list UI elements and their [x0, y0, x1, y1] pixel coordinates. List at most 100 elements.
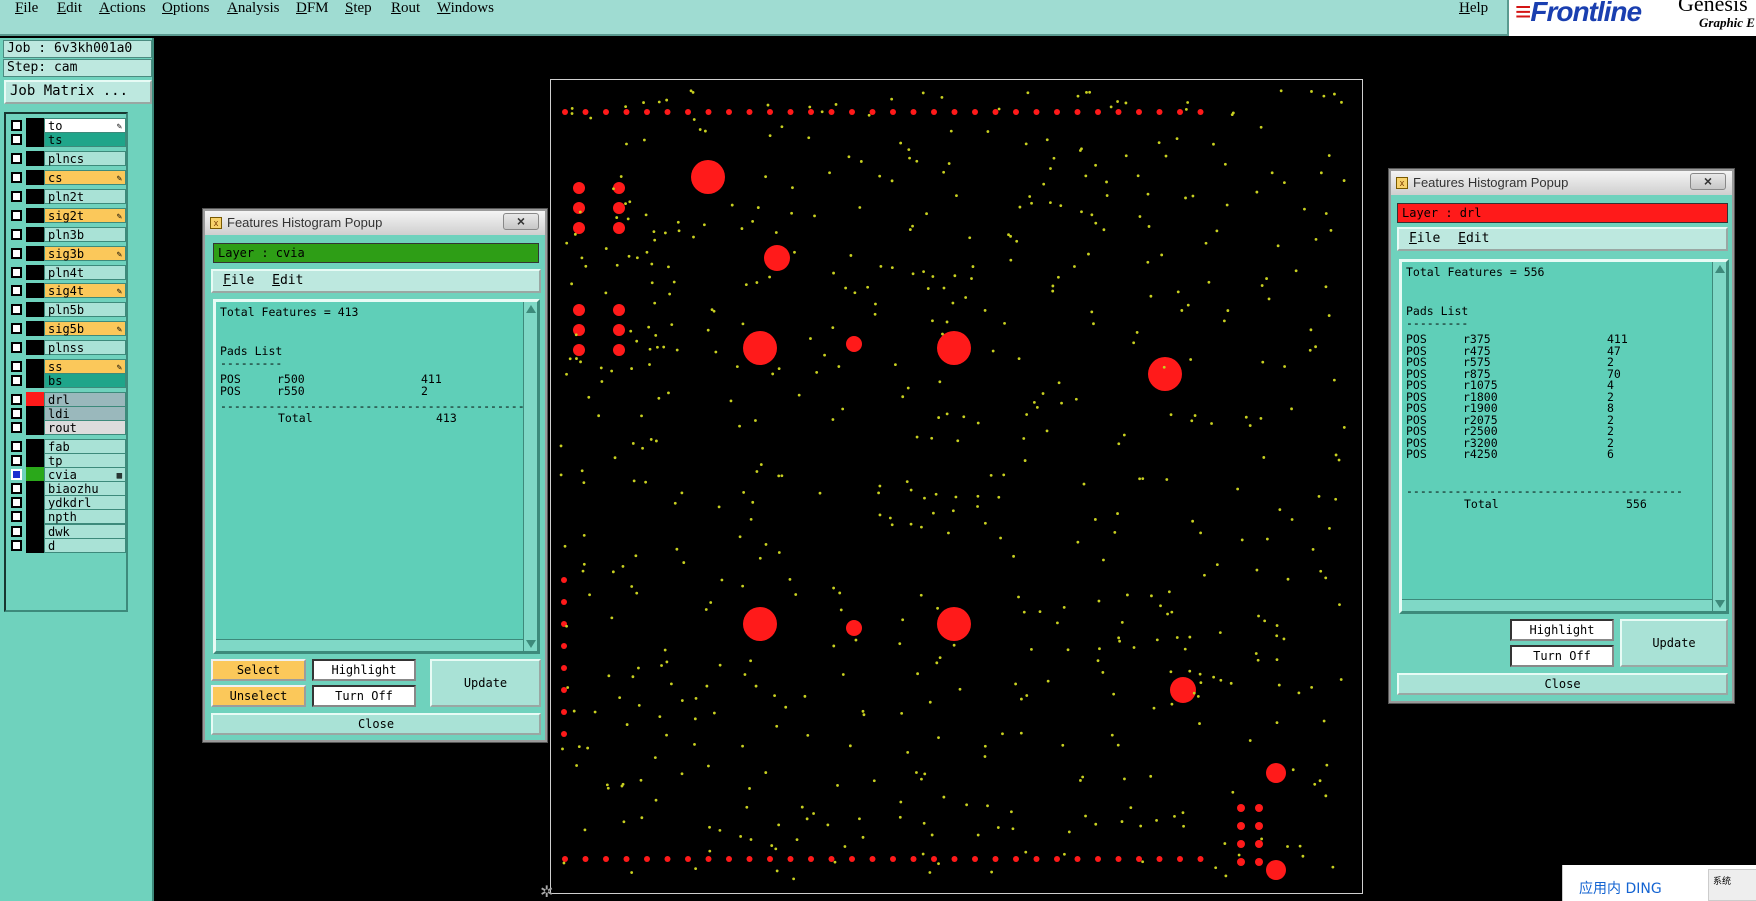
menu-options[interactable]: Options: [162, 0, 210, 17]
layer-row-npth[interactable]: npth: [9, 509, 126, 524]
job-matrix-button[interactable]: Job Matrix ...: [4, 80, 152, 104]
menu-analysis[interactable]: Analysis: [227, 0, 280, 17]
layer-name[interactable]: ts: [44, 132, 126, 147]
popup-menu-edit[interactable]: Edit: [1458, 229, 1489, 249]
layer-checkbox[interactable]: [11, 361, 22, 372]
layer-row-biaozhu[interactable]: biaozhu: [9, 481, 126, 496]
layer-row-ts[interactable]: ts: [9, 132, 126, 147]
layer-name[interactable]: sig2t ✎: [44, 208, 126, 223]
layer-name[interactable]: cs ✎: [44, 170, 126, 185]
layer-name[interactable]: biaozhu: [44, 481, 126, 496]
layer-name[interactable]: drl: [44, 392, 126, 407]
menu-actions[interactable]: Actions: [99, 0, 146, 17]
layer-checkbox[interactable]: [11, 375, 22, 386]
highlight-button[interactable]: Highlight: [1510, 619, 1614, 641]
layer-row-d[interactable]: d: [9, 538, 126, 553]
layer-name[interactable]: npth: [44, 509, 126, 524]
layer-name[interactable]: pln5b: [44, 302, 126, 317]
layer-checkbox[interactable]: [11, 483, 22, 494]
layer-checkbox[interactable]: [11, 248, 22, 259]
layer-checkbox[interactable]: [11, 342, 22, 353]
turn-off-button[interactable]: Turn Off: [312, 685, 416, 707]
layer-name[interactable]: pln3b: [44, 227, 126, 242]
layer-checkbox[interactable]: [11, 229, 22, 240]
ding-notification[interactable]: 应用内 DING: [1579, 878, 1662, 898]
layer-row-plncs[interactable]: plncs: [9, 151, 126, 166]
layer-checkbox[interactable]: [11, 540, 22, 551]
layer-row-cvia[interactable]: cvia ▦: [9, 467, 126, 482]
layer-name[interactable]: sig3b ✎: [44, 246, 126, 261]
layer-row-ydkdrl[interactable]: ydkdrl: [9, 495, 126, 510]
unselect-button[interactable]: Unselect: [211, 685, 306, 707]
layer-row-tp[interactable]: tp: [9, 453, 126, 468]
layer-checkbox[interactable]: [11, 526, 22, 537]
layer-name[interactable]: sig5b ✎: [44, 321, 126, 336]
popup-title-bar[interactable]: x Features Histogram Popup ×: [205, 211, 545, 235]
layer-checkbox[interactable]: [11, 422, 22, 433]
layer-row-sig4t[interactable]: sig4t ✎: [9, 283, 126, 298]
layer-row-sig2t[interactable]: sig2t ✎: [9, 208, 126, 223]
layer-row-rout[interactable]: rout: [9, 420, 126, 435]
layer-row-drl[interactable]: drl: [9, 392, 126, 407]
menu-edit[interactable]: Edit: [57, 0, 82, 17]
layer-row-pln2t[interactable]: pln2t: [9, 189, 126, 204]
close-button[interactable]: Close: [211, 713, 541, 735]
layer-checkbox[interactable]: [11, 172, 22, 183]
layer-name[interactable]: pln2t: [44, 189, 126, 204]
layer-name[interactable]: d: [44, 538, 126, 553]
layer-row-pln5b[interactable]: pln5b: [9, 302, 126, 317]
layer-checkbox[interactable]: [11, 394, 22, 405]
layer-row-pln3b[interactable]: pln3b: [9, 227, 126, 242]
turn-off-button[interactable]: Turn Off: [1510, 645, 1614, 667]
layer-name[interactable]: ss ✎: [44, 359, 126, 374]
menu-help[interactable]: Help: [1459, 0, 1488, 17]
layer-row-sig5b[interactable]: sig5b ✎: [9, 321, 126, 336]
menu-dfm[interactable]: DFM: [296, 0, 329, 17]
layer-name[interactable]: fab: [44, 439, 126, 454]
layer-name[interactable]: sig4t ✎: [44, 283, 126, 298]
layer-checkbox[interactable]: [11, 455, 22, 466]
layer-checkbox[interactable]: [11, 120, 22, 131]
layer-row-ldi[interactable]: ldi: [9, 406, 126, 421]
menu-rout[interactable]: Rout: [391, 0, 420, 17]
close-button[interactable]: Close: [1397, 673, 1728, 695]
layer-checkbox[interactable]: [11, 210, 22, 221]
layer-row-pln4t[interactable]: pln4t: [9, 265, 126, 280]
layer-name[interactable]: ydkdrl: [44, 495, 126, 510]
scroll-up-icon[interactable]: [526, 305, 536, 313]
layer-row-fab[interactable]: fab: [9, 439, 126, 454]
layer-checkbox[interactable]: [11, 267, 22, 278]
layer-name[interactable]: plncs: [44, 151, 126, 166]
close-icon[interactable]: ×: [503, 213, 539, 230]
layer-checkbox[interactable]: [11, 441, 22, 452]
system-tray-item[interactable]: 系统: [1708, 869, 1756, 901]
layer-row-to[interactable]: to ✎: [9, 118, 126, 133]
vertical-scrollbar[interactable]: [523, 302, 537, 651]
layer-row-cs[interactable]: cs ✎: [9, 170, 126, 185]
update-button[interactable]: Update: [430, 659, 541, 707]
layer-row-sig3b[interactable]: sig3b ✎: [9, 246, 126, 261]
update-button[interactable]: Update: [1620, 619, 1728, 667]
scroll-up-icon[interactable]: [1715, 265, 1725, 273]
layer-checkbox[interactable]: [11, 511, 22, 522]
select-button[interactable]: Select: [211, 659, 306, 681]
layer-name[interactable]: to ✎: [44, 118, 126, 133]
layer-checkbox[interactable]: [11, 408, 22, 419]
layer-name[interactable]: ldi: [44, 406, 126, 421]
layer-checkbox[interactable]: [11, 285, 22, 296]
menu-windows[interactable]: Windows: [437, 0, 494, 17]
layer-name[interactable]: pln4t: [44, 265, 126, 280]
popup-title-bar[interactable]: x Features Histogram Popup ×: [1391, 171, 1732, 195]
layer-row-bs[interactable]: bs: [9, 373, 126, 388]
layer-name[interactable]: plnss: [44, 340, 126, 355]
popup-menu-edit[interactable]: Edit: [272, 271, 303, 291]
layer-name[interactable]: tp: [44, 453, 126, 468]
menu-step[interactable]: Step: [345, 0, 372, 17]
layer-checkbox[interactable]: [11, 191, 22, 202]
layer-checkbox[interactable]: [11, 153, 22, 164]
layer-name[interactable]: bs: [44, 373, 126, 388]
close-icon[interactable]: ×: [1690, 173, 1726, 190]
layer-checkbox[interactable]: [11, 134, 22, 145]
layer-row-dwk[interactable]: dwk: [9, 524, 126, 539]
menu-file[interactable]: File: [15, 0, 38, 17]
